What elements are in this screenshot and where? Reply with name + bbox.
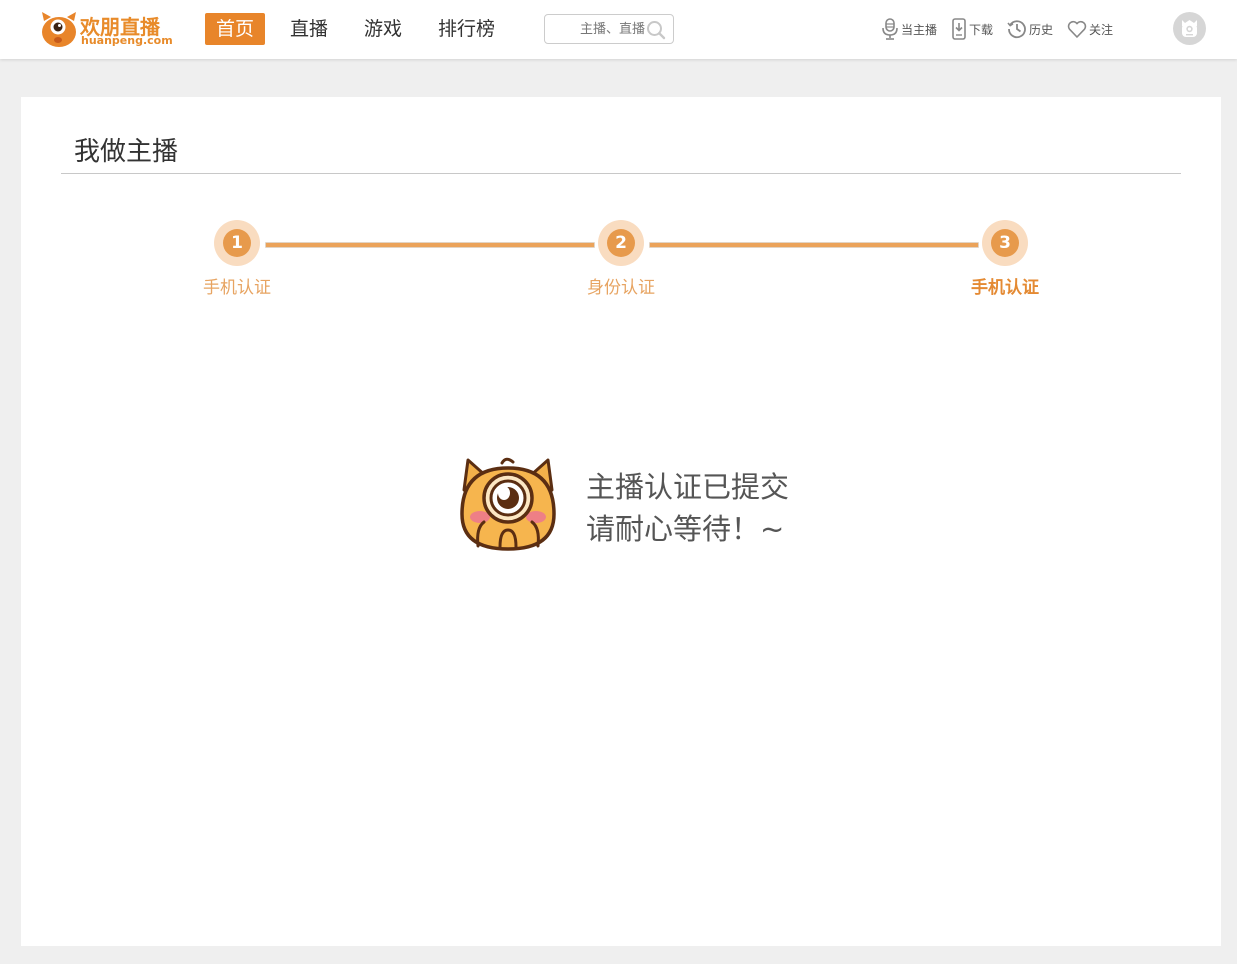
title-divider xyxy=(61,173,1181,174)
step-1: 1 手机认证 xyxy=(177,220,297,298)
phone-download-icon xyxy=(952,18,966,40)
search-icon[interactable] xyxy=(646,20,666,40)
step-connector-2-3 xyxy=(649,242,979,248)
status-message-title: 主播认证已提交 xyxy=(586,470,790,504)
nav-item-home[interactable]: 首页 xyxy=(205,13,266,45)
mascot-illustration-icon xyxy=(460,457,556,551)
step-2-label: 身份认证 xyxy=(587,278,655,298)
nav-item-ranking[interactable]: 排行榜 xyxy=(427,13,506,45)
step-2: 2 身份认证 xyxy=(561,220,681,298)
logo-text-domain: huanpeng.com xyxy=(81,34,173,47)
tool-become-streamer[interactable]: 当主播 xyxy=(881,18,937,40)
logo-mascot-icon xyxy=(42,12,76,47)
step-2-number: 2 xyxy=(607,229,635,257)
tool-label: 历史 xyxy=(1029,22,1054,37)
step-3: 3 手机认证 xyxy=(945,220,1065,298)
step-3-label: 手机认证 xyxy=(971,278,1039,298)
step-3-number: 3 xyxy=(991,229,1019,257)
tool-label: 下载 xyxy=(969,22,994,37)
tool-history[interactable]: 历史 xyxy=(1007,19,1053,39)
step-1-number: 1 xyxy=(223,229,251,257)
page-title: 我做主播 xyxy=(74,137,179,167)
avatar-placeholder-icon xyxy=(1182,20,1197,37)
nav-item-games[interactable]: 游戏 xyxy=(353,13,413,45)
header-tools: 当主播 下载 历史 关注 xyxy=(881,17,1127,41)
step-connector-1-2 xyxy=(265,242,595,248)
heart-icon xyxy=(1067,20,1087,38)
search-box xyxy=(544,14,674,44)
main-nav: 首页 直播 游戏 排行榜 xyxy=(205,13,520,45)
user-avatar[interactable] xyxy=(1173,12,1206,45)
step-2-circle: 2 xyxy=(598,220,644,266)
history-clock-icon xyxy=(1007,20,1026,39)
status-message-subtitle: 请耐心等待！~ xyxy=(586,512,785,546)
progress-steps: 1 手机认证 2 身份认证 3 手机认证 xyxy=(21,220,1221,310)
tool-download[interactable]: 下载 xyxy=(951,18,993,40)
search-input[interactable] xyxy=(551,18,645,40)
site-logo[interactable]: 欢朋直播 huanpeng.com xyxy=(40,11,173,49)
submission-status: 主播认证已提交 请耐心等待！~ xyxy=(458,454,818,554)
nav-item-live[interactable]: 直播 xyxy=(279,13,339,45)
tool-label: 关注 xyxy=(1089,22,1114,37)
main-panel: 我做主播 1 手机认证 2 身份认证 3 手机认证 主播认证已提交 请耐心等待！… xyxy=(21,97,1221,946)
step-1-circle: 1 xyxy=(214,220,260,266)
tool-follow[interactable]: 关注 xyxy=(1067,20,1113,38)
step-3-circle: 3 xyxy=(982,220,1028,266)
step-1-label: 手机认证 xyxy=(203,278,271,298)
top-header: 欢朋直播 huanpeng.com 首页 直播 游戏 排行榜 当主播 xyxy=(0,0,1237,59)
tool-label: 当主播 xyxy=(901,22,938,37)
microphone-icon xyxy=(882,18,898,40)
